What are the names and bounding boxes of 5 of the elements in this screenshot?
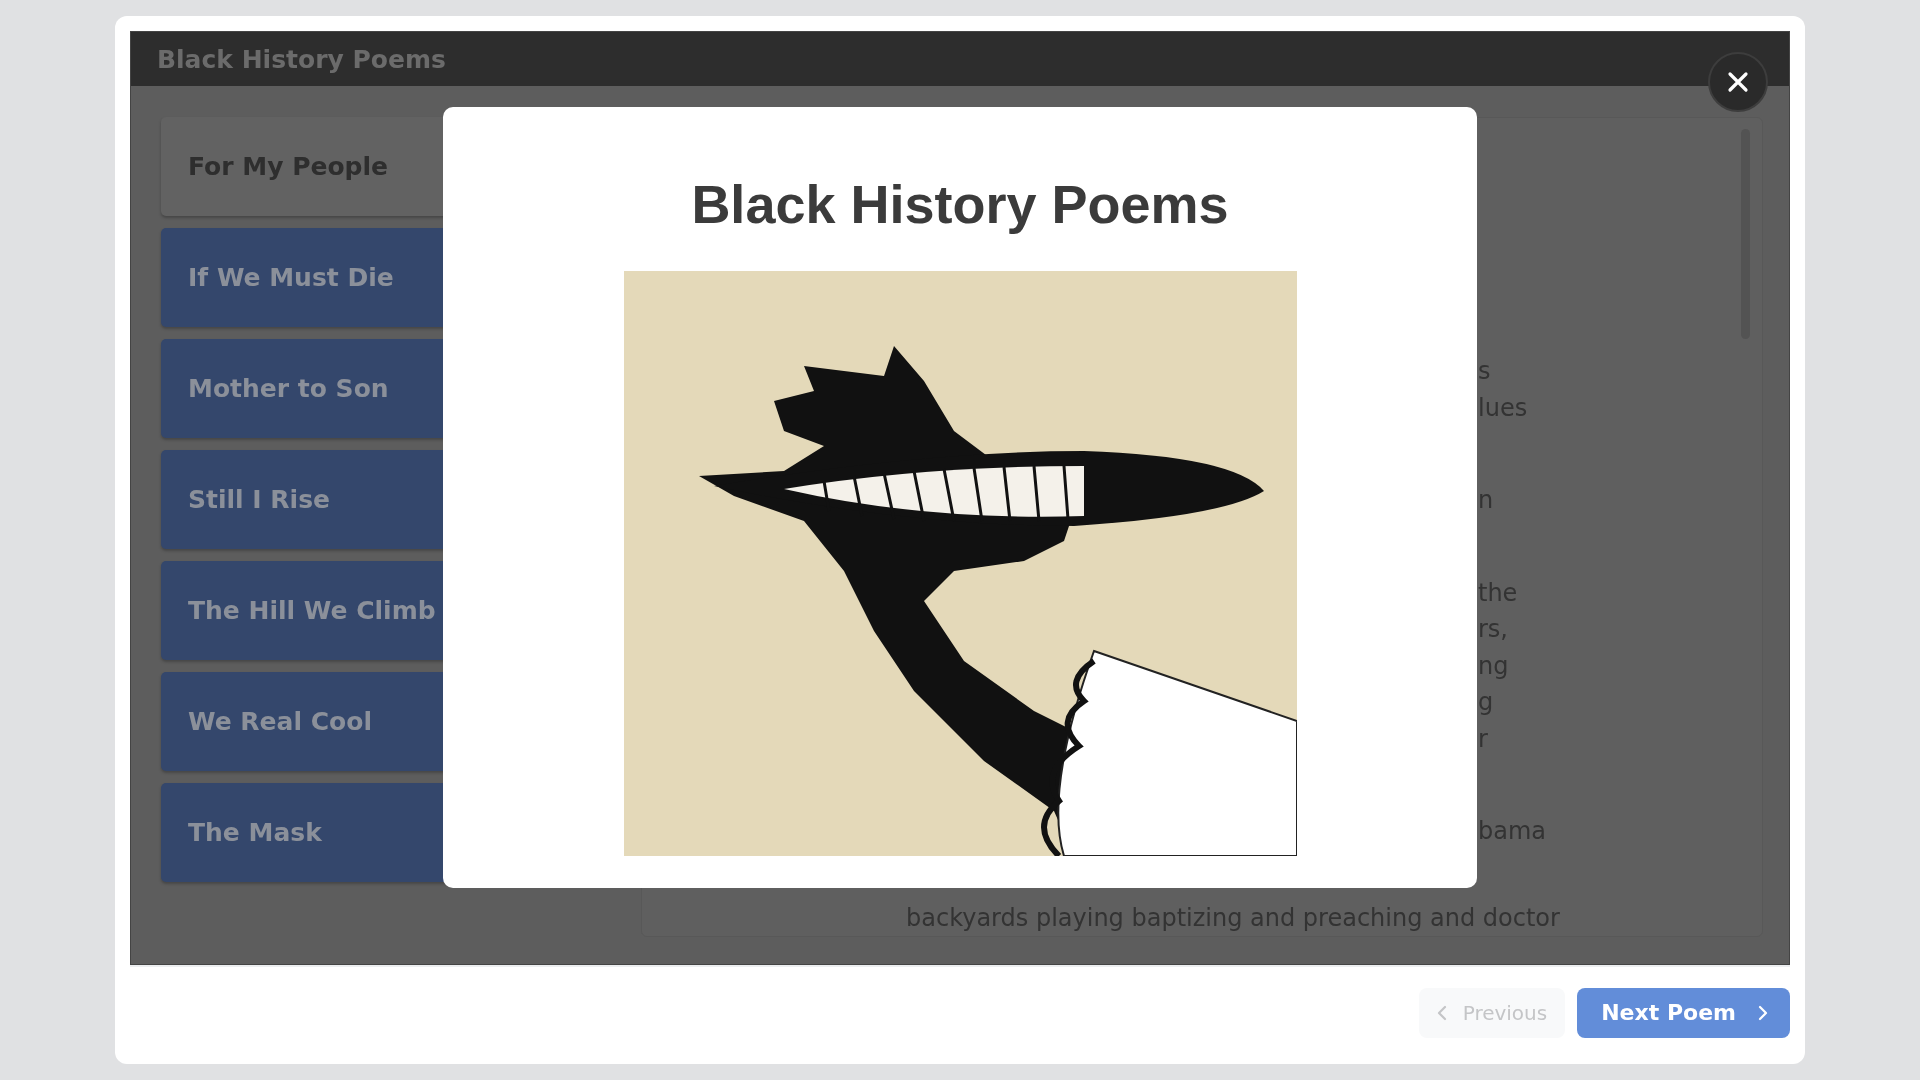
close-icon bbox=[1726, 70, 1750, 94]
window-title: Black History Poems bbox=[157, 44, 446, 74]
chevron-left-icon bbox=[1436, 1004, 1447, 1021]
next-button[interactable]: Next Poem bbox=[1577, 987, 1790, 1038]
chevron-right-icon bbox=[1758, 1004, 1768, 1021]
